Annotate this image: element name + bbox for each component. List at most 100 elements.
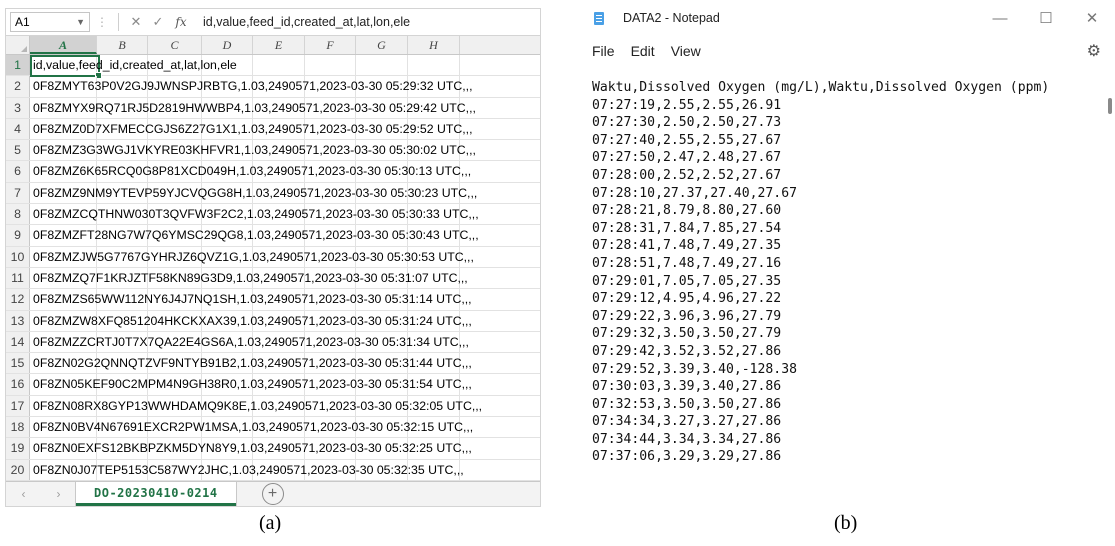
cell-value: 0F8ZMZ3G3WGJ1VKYRE03KHFVR1,1.03,2490571,… <box>33 143 476 158</box>
column-header[interactable]: G <box>356 36 408 54</box>
row-header[interactable]: 16 <box>6 374 30 395</box>
row-cells[interactable]: 0F8ZMZ6K65RCQ0G8P81XCD049H,1.03,2490571,… <box>30 161 540 182</box>
row-cells[interactable]: 0F8ZN05KEF90C2MPM4N9GH38R0,1.03,2490571,… <box>30 374 540 395</box>
menu-file[interactable]: File <box>592 43 615 59</box>
column-header[interactable]: H <box>408 36 460 54</box>
row-header[interactable]: 17 <box>6 395 30 417</box>
check-icon[interactable]: ✓ <box>147 14 169 30</box>
chevron-down-icon[interactable]: ▼ <box>76 17 85 27</box>
chevron-left-icon[interactable]: ‹ <box>22 487 26 501</box>
row-cells[interactable]: 0F8ZMZW8XFQ851204HKCKXAX39,1.03,2490571,… <box>30 310 540 331</box>
table-row: 19 0F8ZN0EXFS12BKBPZKM5DYN8Y9,1.03,249057… <box>6 438 540 460</box>
row-cells[interactable]: 0F8ZMZ0D7XFMECCGJS6Z27G1X1,1.03,2490571,… <box>30 118 540 140</box>
row-cells[interactable]: 0F8ZMYT63P0V2GJ9JWNSPJRBTG,1.03,2490571,… <box>30 76 540 97</box>
row-header[interactable]: 20 <box>6 459 30 480</box>
cell-value: 0F8ZMZ9NM9YTEVP59YJCVQGG8H,1.03,2490571,… <box>33 185 478 200</box>
row-cells[interactable]: 0F8ZN02G2QNNQTZVF9NTYB91B2,1.03,2490571,… <box>30 353 540 374</box>
select-all-button[interactable] <box>6 36 30 54</box>
scrollbar[interactable] <box>1108 98 1112 114</box>
row-cells[interactable]: 0F8ZN0J07TEP5153C587WY2JHC,1.03,2490571,… <box>30 459 540 480</box>
row-header[interactable]: 18 <box>6 417 30 438</box>
row-header[interactable]: 11 <box>6 267 30 289</box>
cell-value: 0F8ZMZQ7F1KRJZTF58KN89G3D9,1.03,2490571,… <box>33 270 468 285</box>
column-header[interactable]: B <box>97 36 148 54</box>
menu-bar: File Edit View ⚙ <box>582 36 1115 66</box>
row-header[interactable]: 3 <box>6 97 30 118</box>
row-header[interactable]: 1 <box>6 55 30 76</box>
row-header[interactable]: 14 <box>6 331 30 353</box>
row-header[interactable]: 19 <box>6 438 30 459</box>
column-header[interactable]: E <box>253 36 305 54</box>
row-header[interactable]: 13 <box>6 310 30 331</box>
row-header[interactable]: 5 <box>6 140 30 161</box>
table-row: 8 0F8ZMZCQTHNW030T3QVFW3F2C2,1.03,2490571… <box>6 204 540 226</box>
text-line: 07:30:03,3.39,3.40,27.86 <box>592 379 782 395</box>
drag-handle-icon[interactable]: ⋮ <box>96 15 108 29</box>
row-cells[interactable]: 0F8ZMZJW5G7767GYHRJZ6QVZ1G,1.03,2490571,… <box>30 246 540 267</box>
row-cells[interactable]: 0F8ZMZZCRTJ0T7X7QA22E4GS6A,1.03,2490571,… <box>30 331 540 353</box>
row-header[interactable]: 12 <box>6 289 30 310</box>
row-header[interactable]: 8 <box>6 204 30 225</box>
text-line: 07:34:44,3.34,3.34,27.86 <box>592 431 782 447</box>
row-cells[interactable]: 0F8ZMZQ7F1KRJZTF58KN89G3D9,1.03,2490571,… <box>30 267 540 289</box>
table-row: 16 0F8ZN05KEF90C2MPM4N9GH38R0,1.03,249057… <box>6 374 540 396</box>
row-header[interactable]: 15 <box>6 353 30 374</box>
maximize-button[interactable]: ☐ <box>1023 9 1069 27</box>
text-line: Waktu,Dissolved Oxygen (mg/L),Waktu,Diss… <box>592 80 1050 95</box>
menu-edit[interactable]: Edit <box>631 43 655 59</box>
table-row: 9 0F8ZMZFT28NG7W7Q6YMSC29QG8,1.03,2490571… <box>6 225 540 247</box>
row-cells[interactable]: 0F8ZMZ3G3WGJ1VKYRE03KHFVR1,1.03,2490571,… <box>30 140 540 161</box>
text-line: 07:29:32,3.50,3.50,27.79 <box>592 326 782 342</box>
column-header[interactable]: C <box>148 36 202 54</box>
row-header[interactable]: 2 <box>6 76 30 97</box>
row-cells[interactable]: 0F8ZN0BV4N67691EXCR2PW1MSA,1.03,2490571,… <box>30 417 540 438</box>
text-line: 07:28:21,8.79,8.80,27.60 <box>592 203 782 219</box>
row-cells[interactable]: 0F8ZN0EXFS12BKBPZKM5DYN8Y9,1.03,2490571,… <box>30 438 540 459</box>
row-header[interactable]: 4 <box>6 118 30 140</box>
cell-value: 0F8ZMZZCRTJ0T7X7QA22E4GS6A,1.03,2490571,… <box>33 334 469 349</box>
formula-input[interactable]: id,value,feed_id,created_at,lat,lon,ele <box>203 15 410 29</box>
text-line: 07:29:01,7.05,7.05,27.35 <box>592 273 782 289</box>
column-headers: ABCDEFGH <box>6 36 540 55</box>
sheet-tab[interactable]: DO-20230410-0214 <box>76 482 236 506</box>
column-header[interactable]: D <box>202 36 253 54</box>
chevron-right-icon[interactable]: › <box>57 487 61 501</box>
row-cells[interactable]: 0F8ZMZ9NM9YTEVP59YJCVQGG8H,1.03,2490571,… <box>30 182 540 204</box>
row-cells[interactable]: 0F8ZMZFT28NG7W7Q6YMSC29QG8,1.03,2490571,… <box>30 225 540 246</box>
text-line: 07:29:42,3.52,3.52,27.86 <box>592 343 782 359</box>
caption-a: (a) <box>259 512 282 534</box>
table-row: 4 0F8ZMZ0D7XFMECCGJS6Z27G1X1,1.03,2490571… <box>6 118 540 141</box>
table-row: 6 0F8ZMZ6K65RCQ0G8P81XCD049H,1.03,2490571… <box>6 161 540 183</box>
add-sheet-button[interactable]: + <box>261 483 284 505</box>
cancel-icon[interactable]: ✕ <box>125 14 147 30</box>
row-cells[interactable]: 0F8ZMZS65WW112NY6J4J7NQ1SH,1.03,2490571,… <box>30 289 540 310</box>
column-header[interactable]: A <box>30 36 97 54</box>
gear-icon[interactable]: ⚙ <box>1087 41 1101 61</box>
spreadsheet-grid[interactable]: ABCDEFGH 1 id,value,feed_id,created_at,la… <box>6 36 540 503</box>
row-cells[interactable]: id,value,feed_id,created_at,lat,lon,ele <box>30 55 540 79</box>
text-line: 07:32:53,3.50,3.50,27.86 <box>592 396 782 412</box>
row-header[interactable]: 9 <box>6 225 30 246</box>
name-box[interactable]: A1 ▼ <box>10 12 90 32</box>
window-title: DATA2 - Notepad <box>623 11 720 25</box>
row-cells[interactable]: 0F8ZMZCQTHNW030T3QVFW3F2C2,1.03,2490571,… <box>30 204 540 225</box>
cell-value: 0F8ZMZS65WW112NY6J4J7NQ1SH,1.03,2490571,… <box>33 292 472 307</box>
text-area[interactable]: Waktu,Dissolved Oxygen (mg/L),Waktu,Diss… <box>582 66 1115 466</box>
insert-function-button[interactable]: fx <box>169 15 193 29</box>
table-row: 1 id,value,feed_id,created_at,lat,lon,ele <box>6 55 540 79</box>
row-cells[interactable]: 0F8ZN08RX8GYP13WWHDAMQ9K8E,1.03,2490571,… <box>30 395 540 417</box>
row-header[interactable]: 10 <box>6 246 30 267</box>
row-cells[interactable]: 0F8ZMYX9RQ71RJ5D2819HWWBP4,1.03,2490571,… <box>30 97 540 118</box>
title-bar: DATA2 - Notepad — ☐ ✕ <box>582 0 1115 36</box>
minimize-button[interactable]: — <box>977 10 1023 27</box>
table-row: 2 0F8ZMYT63P0V2GJ9JWNSPJRBTG,1.03,2490571… <box>6 76 540 98</box>
cell-value: 0F8ZMZCQTHNW030T3QVFW3F2C2,1.03,2490571,… <box>33 207 479 222</box>
text-line: 07:27:19,2.55,2.55,26.91 <box>592 97 782 113</box>
menu-view[interactable]: View <box>671 43 701 59</box>
text-line: 07:27:40,2.55,2.55,27.67 <box>592 132 782 148</box>
row-header[interactable]: 6 <box>6 161 30 182</box>
row-header[interactable]: 7 <box>6 182 30 204</box>
close-button[interactable]: ✕ <box>1069 9 1115 27</box>
column-header[interactable]: F <box>305 36 356 54</box>
cell-value: 0F8ZN02G2QNNQTZVF9NTYB91B2,1.03,2490571,… <box>33 356 472 371</box>
